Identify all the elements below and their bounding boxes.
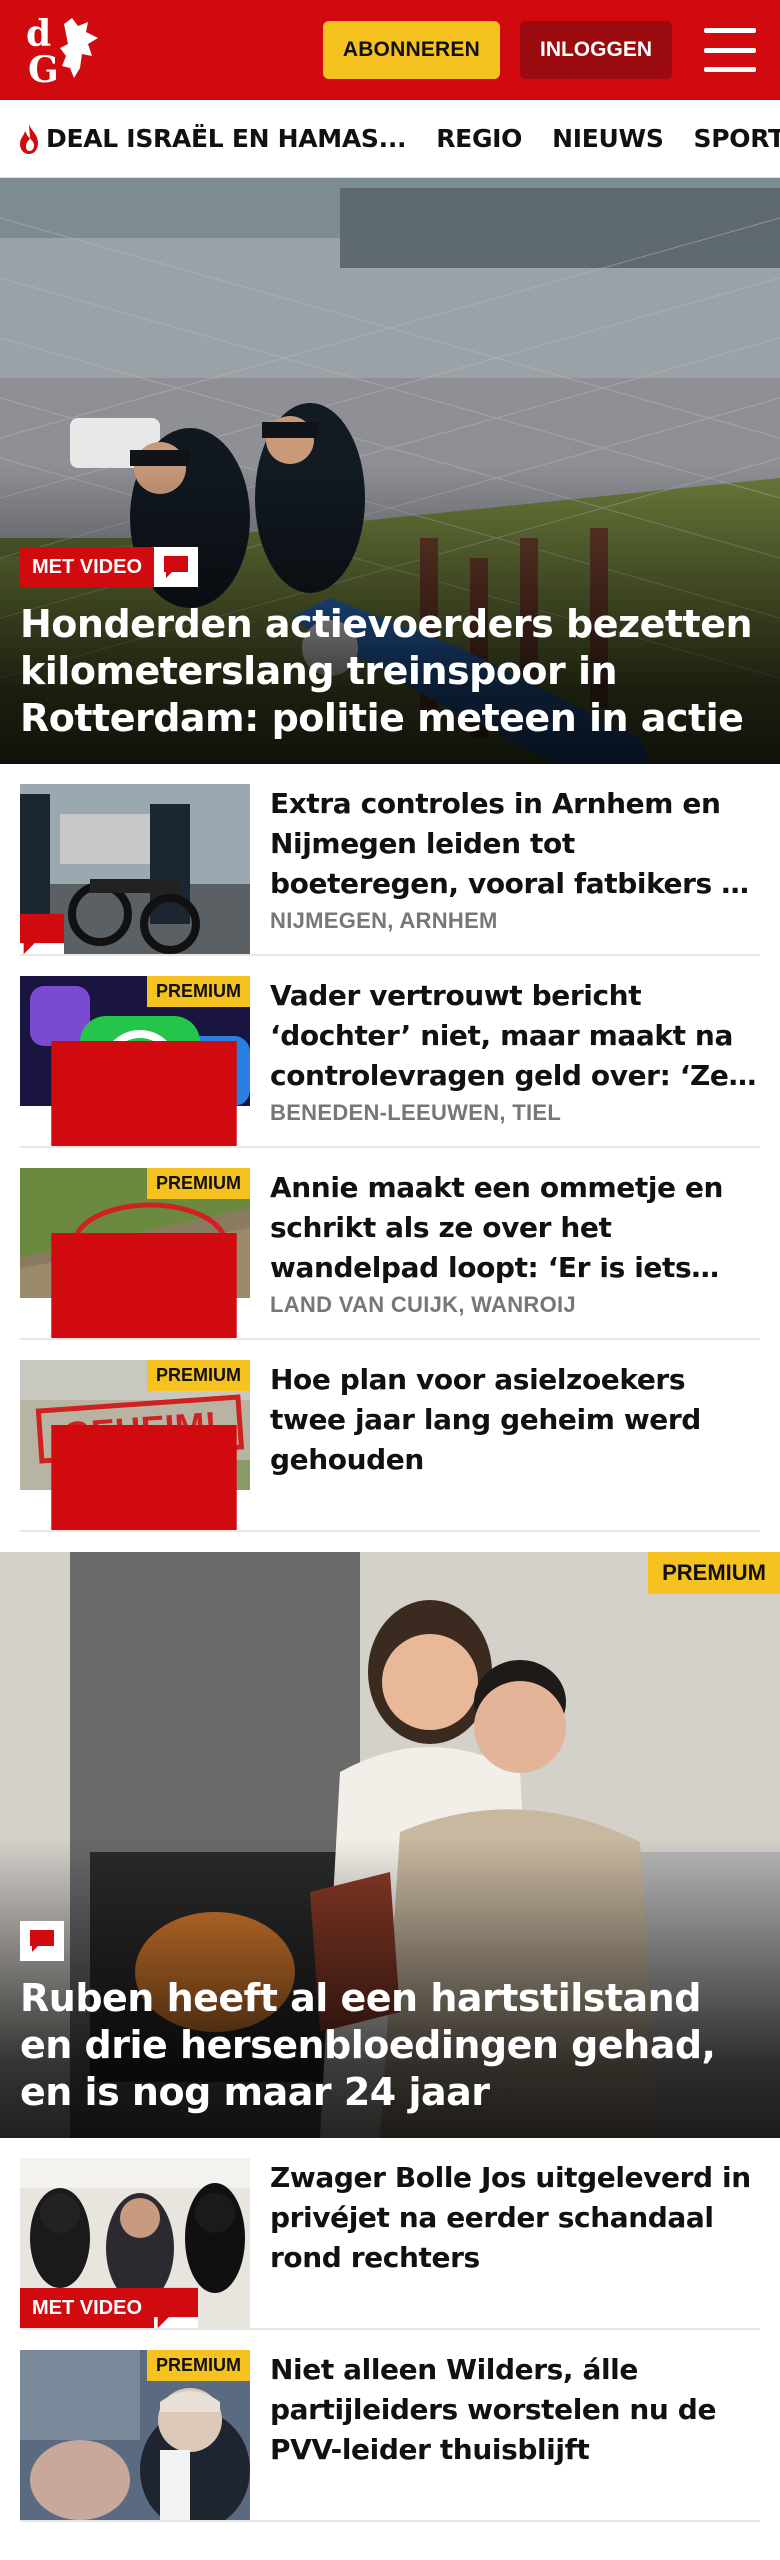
comment-count: 3 bbox=[20, 1041, 250, 1146]
article-thumbnail: MET VIDEO bbox=[20, 2158, 250, 2328]
premium-badge: PREMIUM bbox=[147, 976, 250, 1007]
login-button[interactable]: INLOGGEN bbox=[519, 21, 672, 79]
flame-icon bbox=[20, 123, 38, 154]
article-title[interactable]: Hoe plan voor asielzoekers twee jaar lan… bbox=[270, 1360, 760, 1480]
list-item[interactable]: Extra controles in Arnhem en Nijmegen le… bbox=[20, 764, 760, 956]
premium-badge: PREMIUM bbox=[147, 1168, 250, 1199]
nav-item-label: DEAL ISRAËL EN HAMAS... bbox=[46, 124, 407, 153]
comment-icon bbox=[154, 547, 199, 587]
subscribe-button[interactable]: ABONNEREN bbox=[322, 21, 500, 79]
article-title[interactable]: Niet alleen Wilders, álle partijlei­ders… bbox=[270, 2350, 760, 2470]
list-item[interactable]: PREMIUM Niet alleen Wilders, álle partij… bbox=[20, 2330, 760, 2522]
comment-icon bbox=[20, 913, 64, 954]
list-item[interactable]: PREMIUM 7 Annie maakt een ommetje en sch… bbox=[20, 1148, 760, 1340]
feature-title[interactable]: Ruben heeft al een hartstilstand en drie… bbox=[20, 1975, 760, 2116]
article-title[interactable]: Vader vertrouwt bericht ‘dochter’ niet, … bbox=[270, 976, 760, 1096]
article-location: NIJMEGEN, ARNHEM bbox=[270, 908, 498, 933]
site-header: d G ABONNEREN INLOGGEN bbox=[0, 0, 780, 100]
hero-title[interactable]: Honderden actievoerders bezetten kilomet… bbox=[20, 601, 760, 742]
svg-text:G: G bbox=[28, 49, 59, 90]
article-thumbnail bbox=[20, 784, 250, 954]
section-nav: DEAL ISRAËL EN HAMAS... REGIO NIEUWS SPO… bbox=[0, 100, 780, 178]
article-thumbnail: GEHEIM! PREMIUM 55 bbox=[20, 1360, 250, 1530]
list-item[interactable]: PREMIUM 3 Vader vertrouwt bericht ‘docht… bbox=[20, 956, 760, 1148]
article-list: Extra controles in Arnhem en Nijmegen le… bbox=[0, 764, 780, 1532]
menu-icon[interactable] bbox=[704, 28, 756, 72]
article-list-2: MET VIDEO Zwager Bolle Jos uitgeleverd i… bbox=[0, 2138, 780, 2522]
comment-count: 7 bbox=[20, 1233, 250, 1338]
comment-icon bbox=[51, 1233, 237, 1338]
article-location: LAND VAN CUIJK, WANROIJ bbox=[270, 1292, 576, 1317]
article-thumbnail: PREMIUM 7 bbox=[20, 1168, 250, 1338]
article-title[interactable]: Zwager Bolle Jos uitgeleverd in privéjet… bbox=[270, 2158, 760, 2278]
article-thumbnail: PREMIUM 3 bbox=[20, 976, 250, 1146]
premium-badge: PREMIUM bbox=[648, 1552, 780, 1594]
premium-badge: PREMIUM bbox=[147, 2350, 250, 2381]
premium-badge: PREMIUM bbox=[147, 1360, 250, 1391]
comment-icon bbox=[51, 1041, 237, 1146]
video-badge: MET VIDEO bbox=[20, 547, 155, 587]
nav-item-regio[interactable]: REGIO bbox=[436, 124, 522, 153]
list-item[interactable]: MET VIDEO Zwager Bolle Jos uitgeleverd i… bbox=[20, 2138, 760, 2330]
logo[interactable]: d G bbox=[24, 10, 110, 91]
list-item[interactable]: GEHEIM! PREMIUM 55 Hoe plan voor asielzo… bbox=[20, 1340, 760, 1532]
nav-item-sport[interactable]: SPORT bbox=[694, 124, 780, 153]
article-title[interactable]: Annie maakt een ommetje en schrikt als z… bbox=[270, 1168, 760, 1288]
hero-article[interactable]: MET VIDEO Honderden actievoerders bezett… bbox=[0, 178, 780, 764]
article-location: BENEDEN-LEEUWEN, TIEL bbox=[270, 1100, 562, 1125]
comment-count: 55 bbox=[20, 1425, 250, 1530]
comment-icon bbox=[20, 1921, 64, 1961]
nav-item-nieuws[interactable]: NIEUWS bbox=[552, 124, 664, 153]
feature-article[interactable]: PREMIUM Ruben heeft al een hartstilstand… bbox=[0, 1552, 780, 2138]
comment-icon bbox=[154, 2287, 199, 2328]
nav-item-deal[interactable]: DEAL ISRAËL EN HAMAS... bbox=[16, 123, 407, 155]
article-title[interactable]: Extra controles in Arnhem en Nijmegen le… bbox=[270, 784, 760, 904]
comment-icon bbox=[51, 1425, 237, 1530]
video-badge: MET VIDEO bbox=[20, 2288, 155, 2328]
article-thumbnail: PREMIUM bbox=[20, 2350, 250, 2520]
